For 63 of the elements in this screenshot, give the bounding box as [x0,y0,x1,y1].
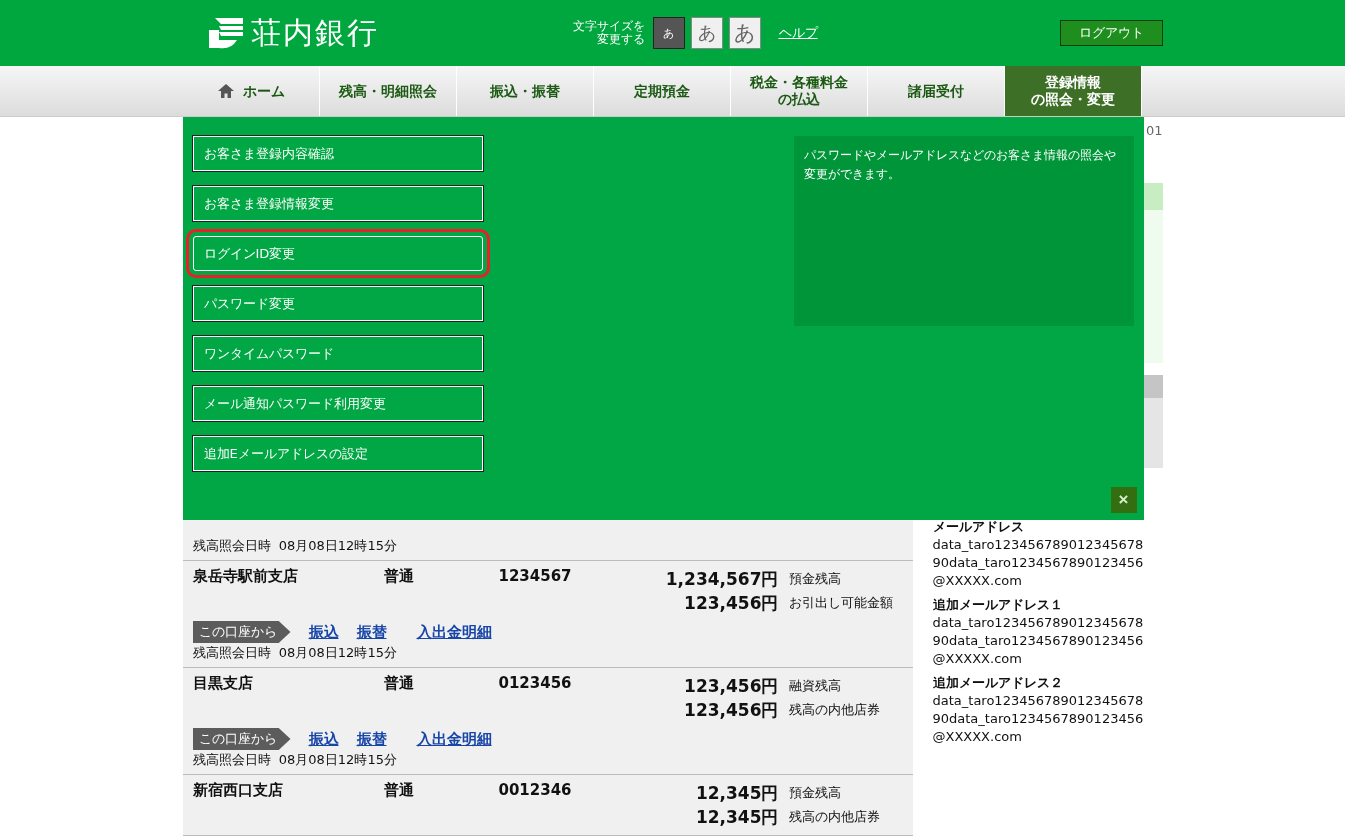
amount-caption: 残高の内他店券 [788,808,880,826]
account-link[interactable]: 振込 [308,622,339,642]
amount-caption: 融資残高 [788,677,841,695]
email-address-line: data_taro123456789012345678 [932,692,1145,710]
font-size-button[interactable]: あ [690,17,723,49]
amount: 12,345円 [694,781,779,805]
account-link[interactable]: 振替 [356,729,387,749]
branch-name: 目黒支店 [192,674,254,694]
font-size-label: 文字サイズを [572,19,645,33]
email-address-line: 90data_taro1234567890123456 [932,554,1145,572]
account-link[interactable]: 入出金明細 [416,622,492,642]
nav-tab[interactable]: ホーム [182,66,320,116]
nav-tab[interactable]: 定期預金 [593,66,731,116]
email-address-line: data_taro123456789012345678 [932,614,1145,632]
account-link[interactable]: 振替 [356,622,387,642]
balance-time: 残高照会日時 08月08日12時15分 [192,644,398,661]
account-link[interactable]: 入出金明細 [416,729,492,749]
account-number: 0123456 [498,674,573,694]
text-fragment: 01 [1145,123,1163,140]
nav-tab[interactable]: 振込・振替 [456,66,594,116]
description-text: パスワードやメールアドレスなどのお客さま情報の照会や変更ができます。 [803,147,1117,184]
email-address-line: @XXXXX.com [932,650,1023,668]
home-icon [216,83,235,99]
account-action-tag: この口座から [192,728,291,750]
nav-tab[interactable]: 諸届受付 [867,66,1005,116]
nav-tab[interactable]: 残高・明細照会 [319,66,457,116]
account-type: 普通 [383,567,415,587]
account-type: 普通 [383,674,415,694]
font-size-label: 変更する [596,33,645,47]
account-type: 普通 [383,781,415,801]
account-action-tag: この口座から [192,621,291,643]
amount-caption: お引出し可能金額 [788,594,893,612]
email-address-line: data_taro123456789012345678 [932,536,1145,554]
email-address-line: 90data_taro1234567890123456 [932,632,1145,650]
email-address-line: 90data_taro1234567890123456 [932,710,1145,728]
nav-tab[interactable]: 登録情報 の照会・変更 [1004,66,1142,116]
amount: 123,456円 [683,698,779,722]
nav-tab[interactable]: 税金・各種料金 の払込 [730,66,868,116]
email-address-line: @XXXXX.com [932,728,1023,746]
email-heading: 追加メールアドレス２ [932,674,1064,692]
bank-logo-text: 荘内銀行 [250,13,379,52]
account-link[interactable]: 振込 [308,729,339,749]
logo-icon [206,16,245,50]
font-size-button[interactable]: あ [652,17,685,49]
amount-caption: 預金残高 [788,784,841,802]
account-number: 1234567 [498,567,573,587]
amount: 123,456円 [683,591,779,615]
close-button[interactable]: × [1110,487,1137,513]
logout-button[interactable]: ログアウト [1059,20,1163,46]
balance-time: 残高照会日時 08月08日12時15分 [192,751,398,768]
font-size-button[interactable]: あ [728,17,761,49]
email-heading: メールアドレス [932,518,1025,536]
account-number: 0012346 [498,781,573,801]
amount: 123,456円 [683,674,779,698]
email-address-line: @XXXXX.com [932,572,1023,590]
email-heading: 追加メールアドレス１ [932,596,1064,614]
branch-name: 新宿西口支店 [192,781,284,801]
amount-caption: 預金残高 [788,570,841,588]
amount-caption: 残高の内他店券 [788,701,880,719]
balance-time: 残高照会日時 08月08日12時15分 [192,537,398,554]
amount: 1,234,567円 [664,567,779,591]
amount: 12,345円 [694,805,779,829]
branch-name: 泉岳寺駅前支店 [192,567,299,587]
